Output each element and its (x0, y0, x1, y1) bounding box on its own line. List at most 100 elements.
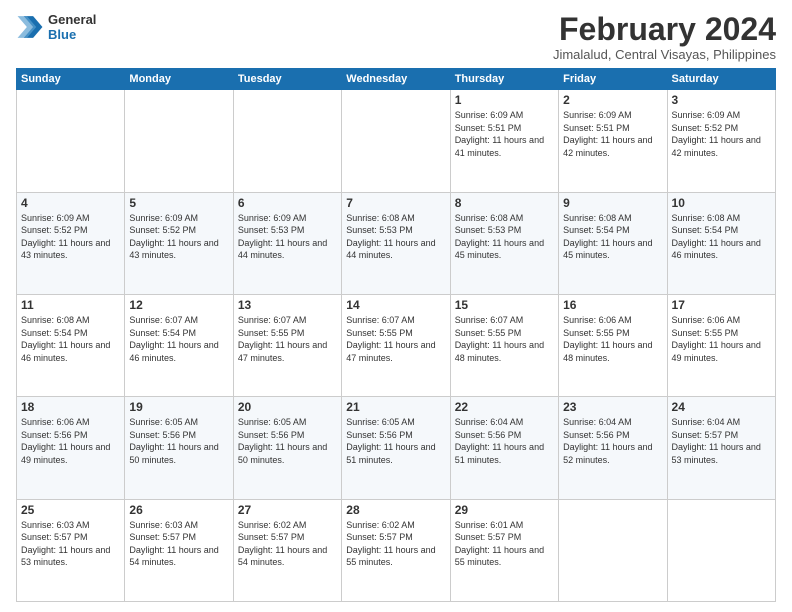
day-number: 4 (21, 196, 120, 210)
cal-cell: 24 Sunrise: 6:04 AM Sunset: 5:57 PM Dayli… (667, 397, 775, 499)
cal-cell: 28Sunrise: 6:02 AM Sunset: 5:57 PM Dayli… (342, 499, 450, 601)
day-info: Sunrise: 6:07 AM Sunset: 5:54 PM Dayligh… (129, 314, 228, 364)
day-number: 14 (346, 298, 445, 312)
cal-cell: 27 Sunrise: 6:02 AM Sunset: 5:57 PM Dayli… (233, 499, 341, 601)
day-number: 1 (455, 93, 554, 107)
col-header-wednesday: Wednesday (342, 69, 450, 90)
day-number: 8 (455, 196, 554, 210)
cal-cell (233, 90, 341, 192)
cal-cell: 15 Sunrise: 6:07 AM Sunset: 5:55 PM Dayli… (450, 294, 558, 396)
day-number: 19 (129, 400, 228, 414)
cal-cell: 20 Sunrise: 6:05 AM Sunset: 5:56 PM Dayli… (233, 397, 341, 499)
day-number: 3 (672, 93, 771, 107)
cal-cell: 10 Sunrise: 6:08 AM Sunset: 5:54 PM Dayli… (667, 192, 775, 294)
day-info: Sunrise: 6:07 AM Sunset: 5:55 PM Dayligh… (238, 314, 337, 364)
col-header-sunday: Sunday (17, 69, 125, 90)
cal-cell: 29 Sunrise: 6:01 AM Sunset: 5:57 PM Dayli… (450, 499, 558, 601)
day-info: Sunrise: 6:09 AM Sunset: 5:52 PM Dayligh… (672, 109, 771, 159)
day-info: Sunrise: 6:09 AM Sunset: 5:51 PM Dayligh… (455, 109, 554, 159)
day-info: Sunrise: 6:08 AM Sunset: 5:53 PM Dayligh… (455, 212, 554, 262)
day-info: Sunrise: 6:06 AM Sunset: 5:55 PM Dayligh… (672, 314, 771, 364)
page: General Blue February 2024 Jimalalud, Ce… (0, 0, 792, 612)
day-number: 27 (238, 503, 337, 517)
cal-cell: 25 Sunrise: 6:03 AM Sunset: 5:57 PM Dayli… (17, 499, 125, 601)
cal-cell (125, 90, 233, 192)
col-header-thursday: Thursday (450, 69, 558, 90)
day-number: 25 (21, 503, 120, 517)
cal-cell (559, 499, 667, 601)
cal-cell: 13 Sunrise: 6:07 AM Sunset: 5:55 PM Dayli… (233, 294, 341, 396)
day-number: 17 (672, 298, 771, 312)
day-number: 20 (238, 400, 337, 414)
col-header-monday: Monday (125, 69, 233, 90)
day-info: Sunrise: 6:09 AM Sunset: 5:53 PM Dayligh… (238, 212, 337, 262)
day-number: 12 (129, 298, 228, 312)
logo-icon (16, 13, 44, 41)
day-number: 16 (563, 298, 662, 312)
day-info: Sunrise: 6:04 AM Sunset: 5:56 PM Dayligh… (455, 416, 554, 466)
cal-cell: 1 Sunrise: 6:09 AM Sunset: 5:51 PM Daylig… (450, 90, 558, 192)
day-info: Sunrise: 6:05 AM Sunset: 5:56 PM Dayligh… (129, 416, 228, 466)
cal-cell: 23 Sunrise: 6:04 AM Sunset: 5:56 PM Dayli… (559, 397, 667, 499)
cal-cell: 21Sunrise: 6:05 AM Sunset: 5:56 PM Dayli… (342, 397, 450, 499)
day-info: Sunrise: 6:05 AM Sunset: 5:56 PM Dayligh… (238, 416, 337, 466)
day-number: 2 (563, 93, 662, 107)
cal-cell: 4 Sunrise: 6:09 AM Sunset: 5:52 PM Daylig… (17, 192, 125, 294)
cal-cell: 26 Sunrise: 6:03 AM Sunset: 5:57 PM Dayli… (125, 499, 233, 601)
day-number: 29 (455, 503, 554, 517)
day-info: Sunrise: 6:08 AM Sunset: 5:54 PM Dayligh… (563, 212, 662, 262)
day-info: Sunrise: 6:03 AM Sunset: 5:57 PM Dayligh… (21, 519, 120, 569)
cal-cell: 2 Sunrise: 6:09 AM Sunset: 5:51 PM Daylig… (559, 90, 667, 192)
day-number: 23 (563, 400, 662, 414)
day-info: Sunrise: 6:08 AM Sunset: 5:53 PM Dayligh… (346, 212, 445, 262)
day-info: Sunrise: 6:07 AM Sunset: 5:55 PM Dayligh… (346, 314, 445, 364)
day-info: Sunrise: 6:07 AM Sunset: 5:55 PM Dayligh… (455, 314, 554, 364)
day-info: Sunrise: 6:08 AM Sunset: 5:54 PM Dayligh… (21, 314, 120, 364)
cal-cell: 5 Sunrise: 6:09 AM Sunset: 5:52 PM Daylig… (125, 192, 233, 294)
col-header-friday: Friday (559, 69, 667, 90)
day-number: 13 (238, 298, 337, 312)
day-number: 24 (672, 400, 771, 414)
day-info: Sunrise: 6:05 AM Sunset: 5:56 PM Dayligh… (346, 416, 445, 466)
day-number: 22 (455, 400, 554, 414)
day-info: Sunrise: 6:09 AM Sunset: 5:52 PM Dayligh… (129, 212, 228, 262)
day-info: Sunrise: 6:09 AM Sunset: 5:52 PM Dayligh… (21, 212, 120, 262)
month-title: February 2024 (553, 12, 776, 47)
day-info: Sunrise: 6:01 AM Sunset: 5:57 PM Dayligh… (455, 519, 554, 569)
day-number: 15 (455, 298, 554, 312)
day-number: 26 (129, 503, 228, 517)
day-number: 5 (129, 196, 228, 210)
cal-cell: 19 Sunrise: 6:05 AM Sunset: 5:56 PM Dayli… (125, 397, 233, 499)
logo-text: General Blue (48, 12, 96, 42)
cal-cell: 8 Sunrise: 6:08 AM Sunset: 5:53 PM Daylig… (450, 192, 558, 294)
day-number: 28 (346, 503, 445, 517)
header: General Blue February 2024 Jimalalud, Ce… (16, 12, 776, 62)
cal-cell: 12 Sunrise: 6:07 AM Sunset: 5:54 PM Dayli… (125, 294, 233, 396)
cal-cell: 7 Sunrise: 6:08 AM Sunset: 5:53 PM Daylig… (342, 192, 450, 294)
day-info: Sunrise: 6:09 AM Sunset: 5:51 PM Dayligh… (563, 109, 662, 159)
cal-cell (17, 90, 125, 192)
cal-cell: 14 Sunrise: 6:07 AM Sunset: 5:55 PM Dayli… (342, 294, 450, 396)
day-number: 9 (563, 196, 662, 210)
title-block: February 2024 Jimalalud, Central Visayas… (553, 12, 776, 62)
day-number: 18 (21, 400, 120, 414)
cal-cell: 9 Sunrise: 6:08 AM Sunset: 5:54 PM Daylig… (559, 192, 667, 294)
col-header-tuesday: Tuesday (233, 69, 341, 90)
col-header-saturday: Saturday (667, 69, 775, 90)
day-info: Sunrise: 6:08 AM Sunset: 5:54 PM Dayligh… (672, 212, 771, 262)
cal-cell: 3 Sunrise: 6:09 AM Sunset: 5:52 PM Daylig… (667, 90, 775, 192)
calendar-table: SundayMondayTuesdayWednesdayThursdayFrid… (16, 68, 776, 602)
day-info: Sunrise: 6:04 AM Sunset: 5:56 PM Dayligh… (563, 416, 662, 466)
cal-cell (342, 90, 450, 192)
location-subtitle: Jimalalud, Central Visayas, Philippines (553, 47, 776, 62)
day-info: Sunrise: 6:04 AM Sunset: 5:57 PM Dayligh… (672, 416, 771, 466)
day-info: Sunrise: 6:02 AM Sunset: 5:57 PM Dayligh… (238, 519, 337, 569)
day-number: 11 (21, 298, 120, 312)
day-number: 10 (672, 196, 771, 210)
day-number: 7 (346, 196, 445, 210)
cal-cell: 16Sunrise: 6:06 AM Sunset: 5:55 PM Dayli… (559, 294, 667, 396)
day-info: Sunrise: 6:06 AM Sunset: 5:56 PM Dayligh… (21, 416, 120, 466)
cal-cell (667, 499, 775, 601)
cal-cell: 17 Sunrise: 6:06 AM Sunset: 5:55 PM Dayli… (667, 294, 775, 396)
day-info: Sunrise: 6:03 AM Sunset: 5:57 PM Dayligh… (129, 519, 228, 569)
